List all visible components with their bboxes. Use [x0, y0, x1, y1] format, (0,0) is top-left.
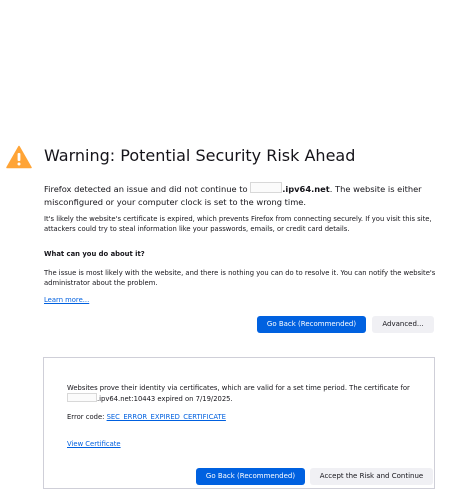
cert-text-after: expired on 7/19/2025. [155, 395, 233, 403]
advanced-panel: Websites prove their identity via certif… [43, 357, 435, 489]
certificate-explanation: Websites prove their identity via certif… [67, 383, 417, 404]
panel-go-back-button[interactable]: Go Back (Recommended) [196, 468, 305, 485]
redacted-hostname [250, 182, 283, 193]
page-title: Warning: Potential Security Risk Ahead [44, 146, 356, 165]
advanced-button[interactable]: Advanced... [372, 316, 434, 333]
intro-text: Firefox detected an issue and did not co… [44, 182, 444, 209]
risk-explanation: It's likely the website's certificate is… [44, 215, 432, 233]
cert-host: .ipv64.net:10443 [97, 395, 156, 403]
what-to-do-heading: What can you do about it? [44, 250, 145, 258]
what-to-do-text: The issue is most likely with the websit… [44, 269, 436, 287]
accept-risk-button[interactable]: Accept the Risk and Continue [310, 468, 433, 485]
error-code-label: Error code: [67, 413, 107, 421]
cert-text-before: Websites prove their identity via certif… [67, 384, 410, 392]
redacted-cert-hostname [67, 393, 97, 402]
error-page: Warning: Potential Security Risk Ahead F… [0, 0, 453, 500]
intro-host: .ipv64.net [282, 184, 330, 194]
error-code-line: Error code: SEC_ERROR_EXPIRED_CERTIFICAT… [67, 413, 226, 421]
view-certificate-link[interactable]: View Certificate [67, 440, 121, 448]
go-back-button[interactable]: Go Back (Recommended) [257, 316, 366, 333]
learn-more-link[interactable]: Learn more... [44, 296, 89, 304]
warning-triangle-icon [6, 145, 32, 169]
intro-text-before: Firefox detected an issue and did not co… [44, 184, 251, 194]
error-code-link[interactable]: SEC_ERROR_EXPIRED_CERTIFICATE [107, 413, 226, 421]
